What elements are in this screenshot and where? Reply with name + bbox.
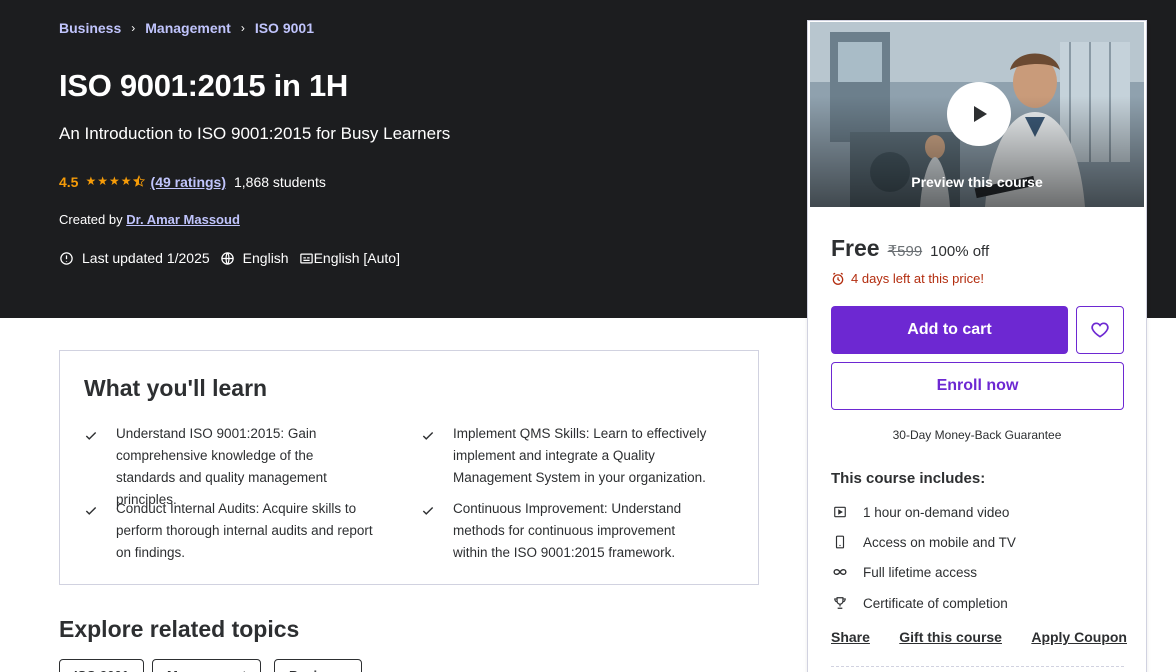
- star-icon: ★: [97, 174, 108, 188]
- alarm-clock-icon: [832, 272, 844, 285]
- check-icon: [85, 507, 97, 515]
- learn-title: What you'll learn: [84, 375, 268, 401]
- heart-icon: [1091, 322, 1109, 338]
- include-item: 1 hour on-demand video: [831, 503, 1009, 521]
- learn-item-text: Continuous Improvement: Understand metho…: [453, 501, 682, 560]
- share-link[interactable]: Share: [831, 629, 870, 645]
- include-item-label: Access on mobile and TV: [863, 534, 1016, 550]
- created-by: Created by Dr. Amar Massoud: [59, 212, 240, 227]
- course-meta: Last updated 1/2025 English English [Aut…: [59, 250, 410, 266]
- include-item-label: 1 hour on-demand video: [863, 504, 1010, 520]
- course-subtitle: An Introduction to ISO 9001:2015 for Bus…: [59, 124, 451, 143]
- check-icon: [85, 432, 97, 440]
- discount-percent: 100% off: [930, 243, 990, 260]
- page-title: ISO 9001:2015 in 1H: [59, 68, 348, 103]
- divider: [831, 666, 1124, 667]
- rating-value: 4.5: [59, 174, 79, 190]
- globe-icon: [220, 251, 234, 265]
- instructor-link[interactable]: Dr. Amar Massoud: [126, 212, 240, 227]
- star-icon: ★: [109, 174, 120, 188]
- chevron-right-icon: ›: [131, 21, 136, 35]
- learn-item-text: Understand ISO 9001:2015: Gain comprehen…: [116, 426, 327, 507]
- include-item: Full lifetime access: [831, 563, 977, 581]
- include-item-label: Full lifetime access: [863, 564, 978, 580]
- check-icon: [422, 507, 434, 515]
- include-item: Access on mobile and TV: [831, 533, 1016, 551]
- topic-pill-iso-9001[interactable]: ISO 9001: [59, 659, 144, 672]
- alert-badge-icon: [60, 251, 73, 265]
- half-star-icon: [132, 174, 145, 189]
- language-text: English: [242, 250, 289, 266]
- money-back-guarantee: 30-Day Money-Back Guarantee: [892, 428, 1062, 442]
- check-icon: [422, 432, 434, 440]
- sidebar-links: Share Gift this course Apply Coupon: [831, 629, 1127, 645]
- captions-text: English [Auto]: [313, 250, 400, 266]
- explore-topics-title: Explore related topics: [59, 616, 300, 642]
- purchase-sidebar: Preview this course Free ₹599 100% off 4…: [807, 20, 1147, 672]
- course-preview[interactable]: Preview this course: [810, 22, 1144, 207]
- topic-pill-management[interactable]: Management: [152, 659, 262, 672]
- wishlist-button[interactable]: [1076, 306, 1124, 354]
- apply-coupon-link[interactable]: Apply Coupon: [1031, 629, 1127, 645]
- infinity-icon: [831, 563, 849, 581]
- last-updated: Last updated 1/2025: [59, 250, 210, 266]
- breadcrumb-management[interactable]: Management: [145, 20, 231, 36]
- learn-item-text: Conduct Internal Audits: Acquire skills …: [116, 501, 373, 560]
- include-item-label: Certificate of completion: [863, 595, 1008, 611]
- language: English: [220, 250, 289, 266]
- gift-course-link[interactable]: Gift this course: [899, 629, 1002, 645]
- include-item: Certificate of completion: [831, 594, 1008, 612]
- learn-item: Conduct Internal Audits: Acquire skills …: [84, 498, 374, 564]
- breadcrumb: Business › Management › ISO 9001: [59, 20, 314, 36]
- preview-label: Preview this course: [911, 174, 1043, 190]
- original-price: ₹599: [887, 243, 923, 260]
- add-to-cart-button[interactable]: Add to cart: [831, 306, 1068, 354]
- price-row: Free ₹599 100% off: [831, 235, 989, 262]
- star-icon: ★: [120, 174, 132, 188]
- mobile-icon: [831, 533, 849, 551]
- play-button[interactable]: [947, 82, 1011, 146]
- breadcrumb-business[interactable]: Business: [59, 20, 121, 36]
- learn-item: Continuous Improvement: Understand metho…: [421, 498, 711, 564]
- play-icon: [974, 106, 987, 122]
- closed-caption-icon: [299, 253, 313, 263]
- learn-item-text: Implement QMS Skills: Learn to effective…: [453, 426, 707, 485]
- trophy-icon: [831, 594, 849, 612]
- ratings-link[interactable]: (49 ratings): [151, 174, 226, 190]
- breadcrumb-iso-9001[interactable]: ISO 9001: [255, 20, 314, 36]
- current-price: Free: [831, 235, 880, 261]
- price-timer: 4 days left at this price!: [831, 271, 984, 286]
- video-icon: [831, 503, 849, 521]
- rating-row: 4.5 ★ ★ ★ ★ (49 ratings) 1,868 students: [59, 174, 326, 190]
- topic-pill-business[interactable]: Business: [274, 659, 362, 672]
- timer-text: 4 days left at this price!: [851, 271, 984, 286]
- chevron-right-icon: ›: [240, 21, 245, 35]
- what-youll-learn: What you'll learn Understand ISO 9001:20…: [59, 350, 759, 585]
- captions: English [Auto]: [299, 250, 400, 266]
- created-by-label: Created by: [59, 212, 123, 227]
- star-rating: ★ ★ ★ ★: [85, 174, 145, 189]
- star-icon: ★: [85, 174, 97, 188]
- last-updated-text: Last updated 1/2025: [82, 250, 210, 266]
- learn-item: Implement QMS Skills: Learn to effective…: [421, 423, 711, 489]
- includes-title: This course includes:: [831, 470, 986, 487]
- enroll-now-button[interactable]: Enroll now: [831, 362, 1124, 410]
- student-count: 1,868 students: [234, 174, 326, 190]
